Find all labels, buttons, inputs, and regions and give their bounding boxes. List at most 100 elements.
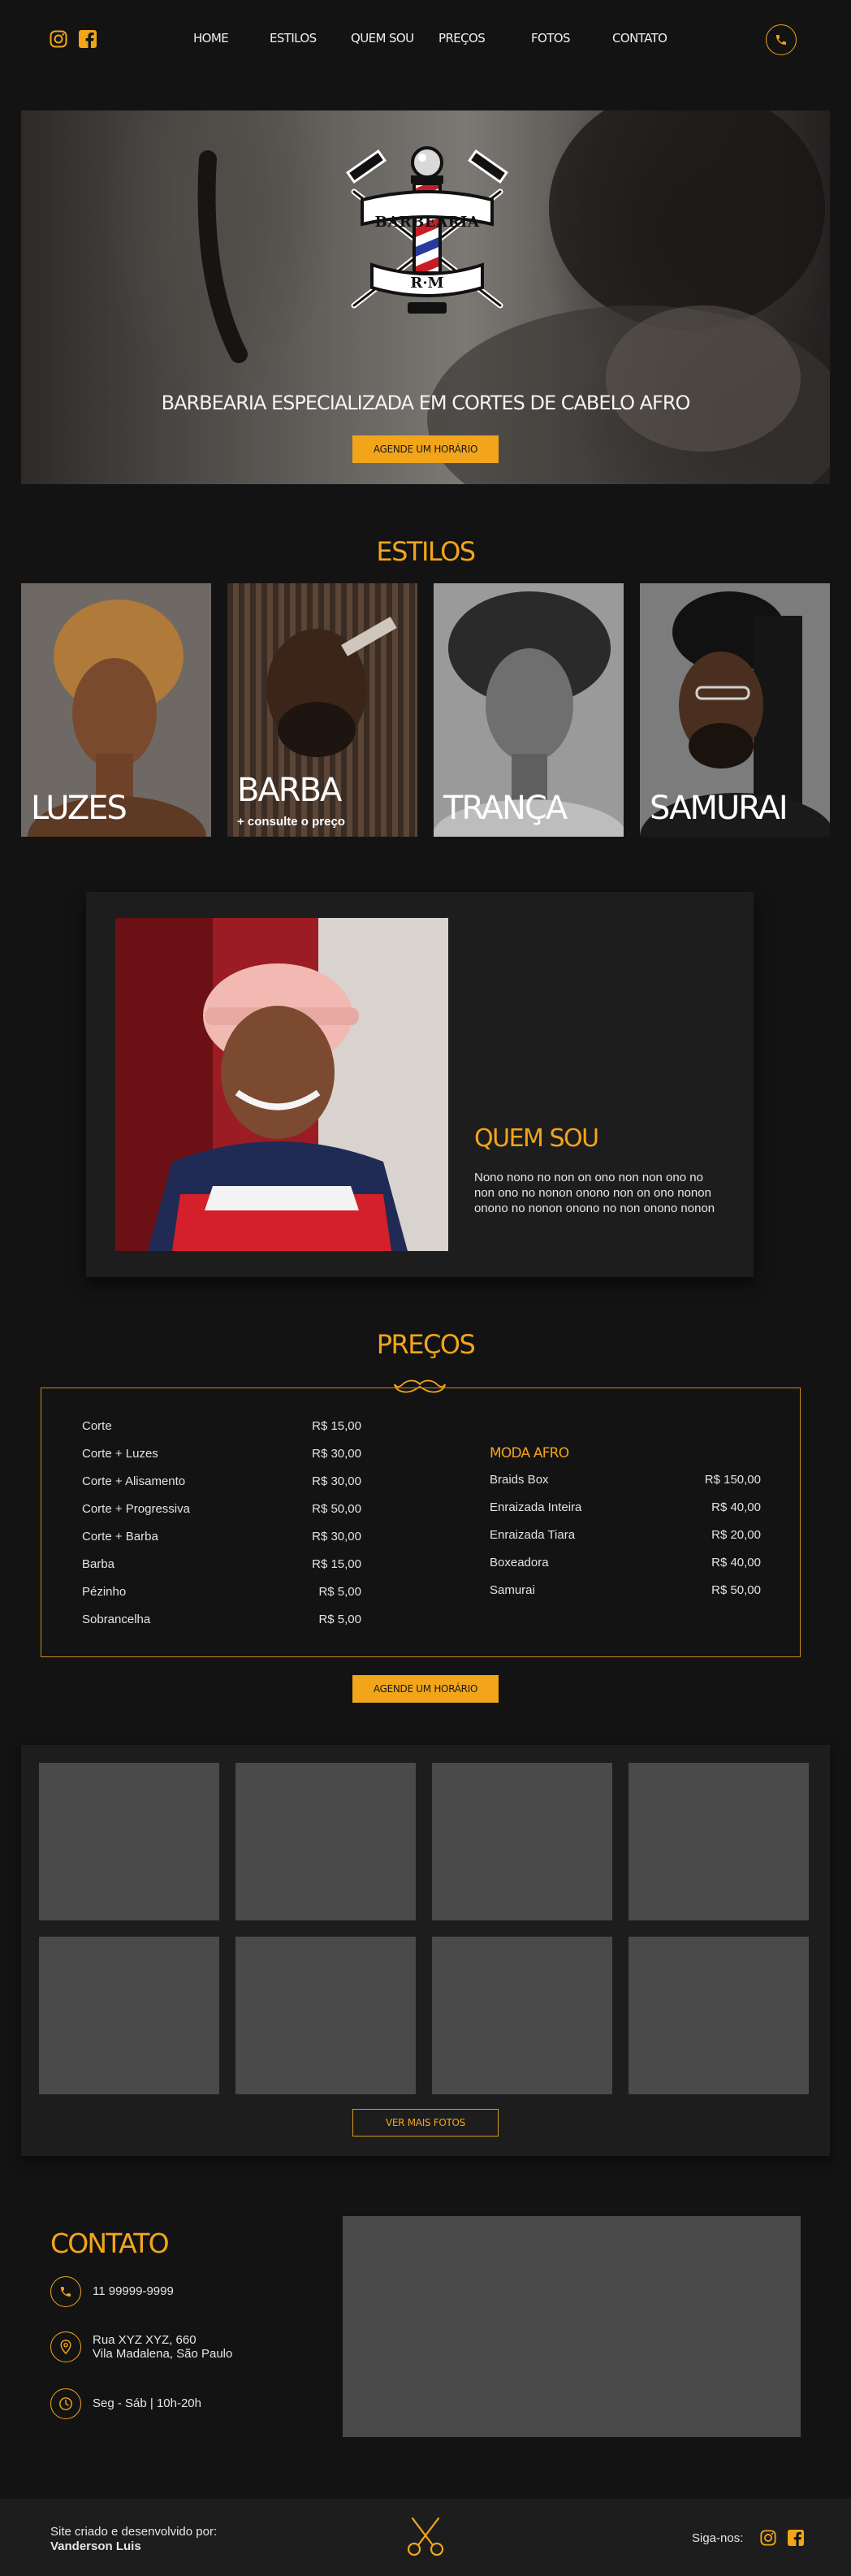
price-item-name: Corte + Barba: [82, 1530, 158, 1543]
phone-icon: [776, 35, 786, 45]
price-item-name: Braids Box: [490, 1473, 549, 1487]
footer-follow-label: Siga-nos:: [692, 2531, 744, 2545]
price-row: Corte + Barba R$ 30,00: [82, 1530, 361, 1546]
price-item-name: Samurai: [490, 1583, 535, 1597]
phone-icon: [50, 2276, 81, 2307]
style-card-luzes[interactable]: LUZES: [21, 583, 211, 837]
style-card-tranca[interactable]: TRANÇA: [434, 583, 624, 837]
style-label-tranca: TRANÇA: [443, 790, 568, 827]
price-item-value: R$ 40,00: [711, 1556, 761, 1569]
about-text: Nono nono no non on ono non non ono no n…: [474, 1171, 715, 1215]
about-title: QUEM SOU: [474, 1124, 599, 1153]
price-row: Enraizada Inteira R$ 40,00: [490, 1500, 761, 1517]
gallery-photo[interactable]: [629, 1763, 809, 1920]
footer-credit: Site criado e desenvolvido por: Vanderso…: [50, 2525, 217, 2554]
contato-title: CONTATO: [50, 2227, 170, 2259]
price-row: Boxeadora R$ 40,00: [490, 1556, 761, 1572]
hero-banner: BARBEARIA R·M BARBEARIA ESPECIALIZADA EM…: [21, 110, 830, 484]
nav-precos[interactable]: PREÇOS: [438, 31, 486, 45]
scissors-icon: [407, 2517, 444, 2557]
nav-phone-button[interactable]: [766, 24, 797, 55]
gallery-photo[interactable]: [235, 1763, 416, 1920]
price-item-value: R$ 15,00: [312, 1557, 361, 1571]
price-item-name: Pézinho: [82, 1585, 127, 1599]
contact-phone-text: 11 99999-9999: [93, 2284, 174, 2298]
facebook-icon[interactable]: [786, 2528, 806, 2548]
price-row: Barba R$ 15,00: [82, 1557, 361, 1574]
price-row: Corte R$ 15,00: [82, 1419, 361, 1435]
price-row: Corte + Luzes R$ 30,00: [82, 1447, 361, 1463]
top-navbar: HOME ESTILOS QUEM SOU PREÇOS FOTOS CONTA…: [0, 0, 851, 81]
price-table: Corte R$ 15,00 Corte + Luzes R$ 30,00 Corte …: [41, 1388, 801, 1657]
barbershop-logo: [346, 146, 508, 314]
price-item-value: R$ 30,00: [312, 1474, 361, 1488]
location-pin-icon: [50, 2331, 81, 2362]
map-embed[interactable]: [343, 2216, 801, 2437]
barber-photo: [115, 918, 448, 1251]
price-row: Samurai R$ 50,00: [490, 1583, 761, 1600]
nav-quem-sou[interactable]: QUEM SOU: [351, 31, 414, 45]
price-item-value: R$ 5,00: [318, 1585, 361, 1599]
instagram-icon[interactable]: [49, 29, 68, 49]
footer-credit-line1: Site criado e desenvolvido por:: [50, 2525, 218, 2539]
style-label-samurai: SAMURAI: [650, 790, 788, 827]
contact-address-line2: Vila Madalena, São Paulo: [93, 2347, 233, 2361]
price-item-value: R$ 20,00: [711, 1528, 761, 1542]
footer: Site criado e desenvolvido por: Vanderso…: [0, 2499, 851, 2576]
price-item-name: Enraizada Tiara: [490, 1528, 576, 1542]
price-row: Enraizada Tiara R$ 20,00: [490, 1528, 761, 1544]
price-row: Sobrancelha R$ 5,00: [82, 1613, 361, 1629]
hero-schedule-button[interactable]: AGENDE UM HORÁRIO: [352, 435, 499, 463]
more-photos-button[interactable]: VER MAIS FOTOS: [352, 2109, 499, 2137]
clock-icon: [50, 2388, 81, 2419]
contact-hours-text: Seg - Sáb | 10h-20h: [93, 2396, 201, 2410]
price-item-name: Corte + Luzes: [82, 1447, 158, 1461]
gallery-photo[interactable]: [39, 1763, 219, 1920]
price-item-name: Corte + Progressiva: [82, 1502, 190, 1516]
style-card-barba[interactable]: BARBA + consulte o preço: [227, 583, 417, 837]
estilos-title: ESTILOS: [376, 536, 476, 567]
price-item-value: R$ 50,00: [312, 1502, 361, 1516]
instagram-icon[interactable]: [758, 2528, 778, 2548]
price-item-value: R$ 150,00: [704, 1473, 761, 1487]
gallery-photo[interactable]: [432, 1763, 612, 1920]
style-card-samurai[interactable]: SAMURAI: [640, 583, 830, 837]
footer-credit-author: Vanderson Luis: [50, 2539, 141, 2553]
hero-tagline: BARBEARIA ESPECIALIZADA EM CORTES DE CAB…: [161, 392, 691, 414]
photo-gallery: VER MAIS FOTOS: [21, 1745, 830, 2156]
gallery-photo[interactable]: [432, 1937, 612, 2094]
gallery-photo[interactable]: [39, 1937, 219, 2094]
price-row: Pézinho R$ 5,00: [82, 1585, 361, 1601]
prices-schedule-button[interactable]: AGENDE UM HORÁRIO: [352, 1675, 499, 1703]
price-row: Corte + Progressiva R$ 50,00: [82, 1502, 361, 1518]
price-item-value: R$ 15,00: [312, 1419, 361, 1433]
facebook-icon[interactable]: [78, 29, 97, 49]
gallery-photo[interactable]: [629, 1937, 809, 2094]
price-item-value: R$ 5,00: [318, 1613, 361, 1626]
price-item-value: R$ 40,00: [711, 1500, 761, 1514]
price-item-name: Corte: [82, 1419, 112, 1433]
style-label-luzes: LUZES: [31, 790, 127, 827]
nav-home[interactable]: HOME: [193, 31, 229, 45]
about-section: QUEM SOU Nono nono no non on ono non non…: [86, 892, 754, 1277]
price-item-name: Sobrancelha: [82, 1613, 151, 1626]
price-item-name: Enraizada Inteira: [490, 1500, 582, 1514]
precos-title: PREÇOS: [376, 1329, 476, 1360]
nav-social-links: [49, 29, 97, 49]
moda-afro-title: MODA AFRO: [490, 1445, 569, 1461]
price-item-name: Boxeadora: [490, 1556, 549, 1569]
price-item-name: Corte + Alisamento: [82, 1474, 186, 1488]
footer-social-links: [758, 2528, 806, 2548]
gallery-photo[interactable]: [235, 1937, 416, 2094]
price-row: Corte + Alisamento R$ 30,00: [82, 1474, 361, 1491]
logo-initials: R·M: [410, 275, 444, 292]
nav-contato[interactable]: CONTATO: [612, 31, 667, 45]
price-item-value: R$ 50,00: [711, 1583, 761, 1597]
style-sub-barba: + consulte o preço: [237, 815, 345, 829]
price-item-name: Barba: [82, 1557, 115, 1571]
logo-title: BARBEARIA: [374, 214, 480, 231]
style-label-barba: BARBA: [237, 772, 342, 809]
nav-fotos[interactable]: FOTOS: [531, 31, 571, 45]
price-item-value: R$ 30,00: [312, 1447, 361, 1461]
nav-estilos[interactable]: ESTILOS: [270, 31, 317, 45]
